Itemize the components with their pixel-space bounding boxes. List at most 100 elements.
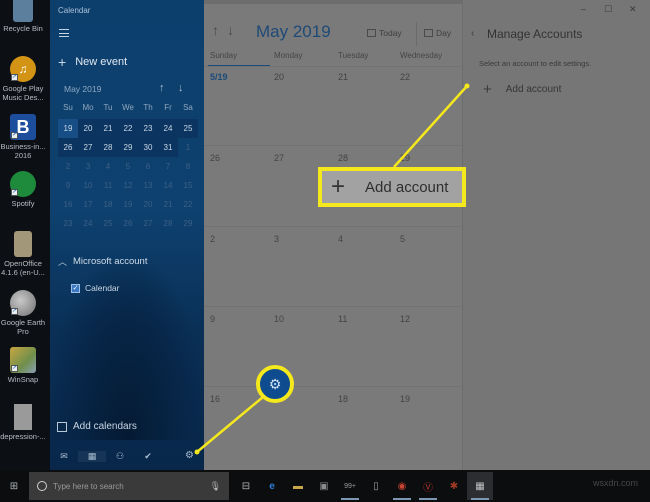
mini-day[interactable]: 12 [118, 176, 138, 195]
chrome-icon[interactable]: ◉ [389, 472, 415, 500]
task-view-icon[interactable]: ⊟ [233, 472, 259, 500]
day-cell[interactable]: 10 [274, 314, 284, 324]
add-calendars-button[interactable]: Add calendars [57, 421, 137, 432]
desktop-icon-winsnap[interactable]: ↗ WinSnap [0, 347, 46, 384]
mini-day[interactable]: 11 [98, 176, 118, 195]
vivaldi-icon[interactable]: Ⓥ [415, 472, 441, 500]
back-chevron-icon[interactable]: ‹ [471, 28, 474, 39]
mini-day[interactable]: 25 [178, 119, 198, 138]
store-icon[interactable]: ▣ [311, 472, 337, 500]
desktop-icon-openoffice[interactable]: OpenOffice 4.1.6 (en-U... [0, 231, 46, 277]
file-explorer-icon[interactable]: ▬ [285, 472, 311, 500]
mini-day[interactable]: 8 [178, 157, 198, 176]
microphone-icon[interactable]: 🎙 [210, 481, 221, 492]
mini-day[interactable]: 10 [78, 176, 98, 195]
settings-icon[interactable]: ⚙ [185, 450, 194, 461]
taskbar-search-box[interactable]: Type here to search 🎙 [29, 472, 229, 500]
mini-day[interactable]: 4 [98, 157, 118, 176]
tablet-icon[interactable]: ▯ [363, 472, 389, 500]
mini-day[interactable]: 17 [78, 195, 98, 214]
mini-day[interactable]: 6 [138, 157, 158, 176]
day-view-button[interactable]: Day [424, 28, 451, 38]
day-cell[interactable]: 16 [210, 394, 220, 404]
day-cell[interactable]: 29 [400, 153, 410, 163]
day-cell[interactable]: 12 [400, 314, 410, 324]
today-button[interactable]: Today [367, 28, 402, 38]
calendar-checkbox-item[interactable]: ✓ Calendar [71, 283, 120, 293]
add-account-button[interactable]: + Add account [483, 81, 561, 98]
app-icon[interactable]: ✱ [441, 472, 467, 500]
mini-day[interactable]: 29 [178, 214, 198, 233]
mini-day[interactable]: 30 [138, 138, 158, 157]
mini-day[interactable]: 27 [78, 138, 98, 157]
mini-day[interactable]: 14 [158, 176, 178, 195]
mini-day[interactable]: 31 [158, 138, 178, 157]
mail-icon[interactable]: ✉ [50, 451, 78, 462]
mini-day[interactable]: 1 [178, 138, 198, 157]
mini-day[interactable]: 24 [78, 214, 98, 233]
mini-day[interactable]: 20 [138, 195, 158, 214]
desktop-icon-google-earth[interactable]: ↗ Google Earth Pro [0, 290, 46, 336]
mini-day[interactable]: 18 [98, 195, 118, 214]
mini-day[interactable]: 5 [118, 157, 138, 176]
mini-day[interactable]: 26 [58, 138, 78, 157]
mini-day[interactable]: 23 [138, 119, 158, 138]
day-cell[interactable]: 11 [338, 314, 347, 324]
day-cell-today[interactable]: 5/19 [210, 72, 228, 82]
desktop-icon-google-play-music[interactable]: ♫ ↗ Google Play Music Des... [0, 56, 46, 102]
hamburger-icon[interactable] [59, 29, 69, 37]
mini-day[interactable]: 2 [58, 157, 78, 176]
mini-day[interactable]: 19 [118, 195, 138, 214]
mini-day[interactable]: 13 [138, 176, 158, 195]
windows-start-icon[interactable]: ⊞ [0, 481, 28, 492]
day-cell[interactable]: 22 [400, 72, 410, 82]
mini-day[interactable]: 26 [118, 214, 138, 233]
mini-day[interactable]: 15 [178, 176, 198, 195]
mini-prev-arrow-icon[interactable]: ↑ [159, 82, 165, 94]
mini-day[interactable]: 28 [98, 138, 118, 157]
day-cell[interactable]: 3 [274, 234, 279, 244]
maximize-button[interactable]: ☐ [604, 4, 612, 15]
todo-icon[interactable]: ✔ [134, 451, 162, 462]
next-month-arrow-icon[interactable]: ↓ [227, 22, 242, 38]
day-cell[interactable]: 26 [210, 153, 220, 163]
mini-day[interactable]: 21 [98, 119, 118, 138]
calendar-icon[interactable]: ▦ [78, 450, 106, 462]
mini-day[interactable]: 22 [178, 195, 198, 214]
calendar-app-icon[interactable]: ▦ [467, 472, 493, 500]
mini-next-arrow-icon[interactable]: ↓ [178, 82, 184, 94]
mini-calendar-month[interactable]: May 2019 [64, 84, 101, 94]
day-cell[interactable]: 2 [210, 234, 215, 244]
mini-day[interactable]: 7 [158, 157, 178, 176]
day-cell[interactable]: 9 [210, 314, 215, 324]
mini-day[interactable]: 28 [158, 214, 178, 233]
day-cell[interactable]: 21 [338, 72, 348, 82]
desktop-icon-recycle-bin[interactable]: Recycle Bin [0, 0, 46, 33]
mini-day[interactable]: 23 [58, 214, 78, 233]
day-cell[interactable]: 28 [338, 153, 348, 163]
mini-day[interactable]: 20 [78, 119, 98, 138]
mini-day[interactable]: 24 [158, 119, 178, 138]
checkbox-checked-icon[interactable]: ✓ [71, 283, 80, 293]
month-title[interactable]: May 2019 [256, 22, 331, 42]
mini-day[interactable]: 16 [58, 195, 78, 214]
mini-day[interactable]: 25 [98, 214, 118, 233]
mini-day[interactable]: 27 [138, 214, 158, 233]
mail-badge-icon[interactable]: 99+ [337, 472, 363, 500]
close-button[interactable]: ✕ [629, 4, 637, 15]
edge-browser-icon[interactable]: e [259, 472, 285, 500]
mini-day[interactable]: 22 [118, 119, 138, 138]
minimize-button[interactable]: – [581, 4, 586, 14]
account-group-toggle[interactable]: ︿ Microsoft account [58, 255, 147, 268]
mini-day[interactable]: 9 [58, 176, 78, 195]
mini-day[interactable]: 3 [78, 157, 98, 176]
desktop-icon-business[interactable]: B ↗ Business-in... 2016 [0, 114, 46, 160]
day-cell[interactable]: 18 [338, 394, 348, 404]
day-cell[interactable]: 20 [274, 72, 284, 82]
day-cell[interactable]: 5 [400, 234, 405, 244]
mini-day-today[interactable]: 19 [58, 119, 78, 138]
day-cell[interactable]: 27 [274, 153, 284, 163]
prev-month-arrow-icon[interactable]: ↑ [212, 22, 227, 38]
desktop-icon-depression-file[interactable]: depression-... [0, 404, 46, 441]
mini-day[interactable]: 29 [118, 138, 138, 157]
